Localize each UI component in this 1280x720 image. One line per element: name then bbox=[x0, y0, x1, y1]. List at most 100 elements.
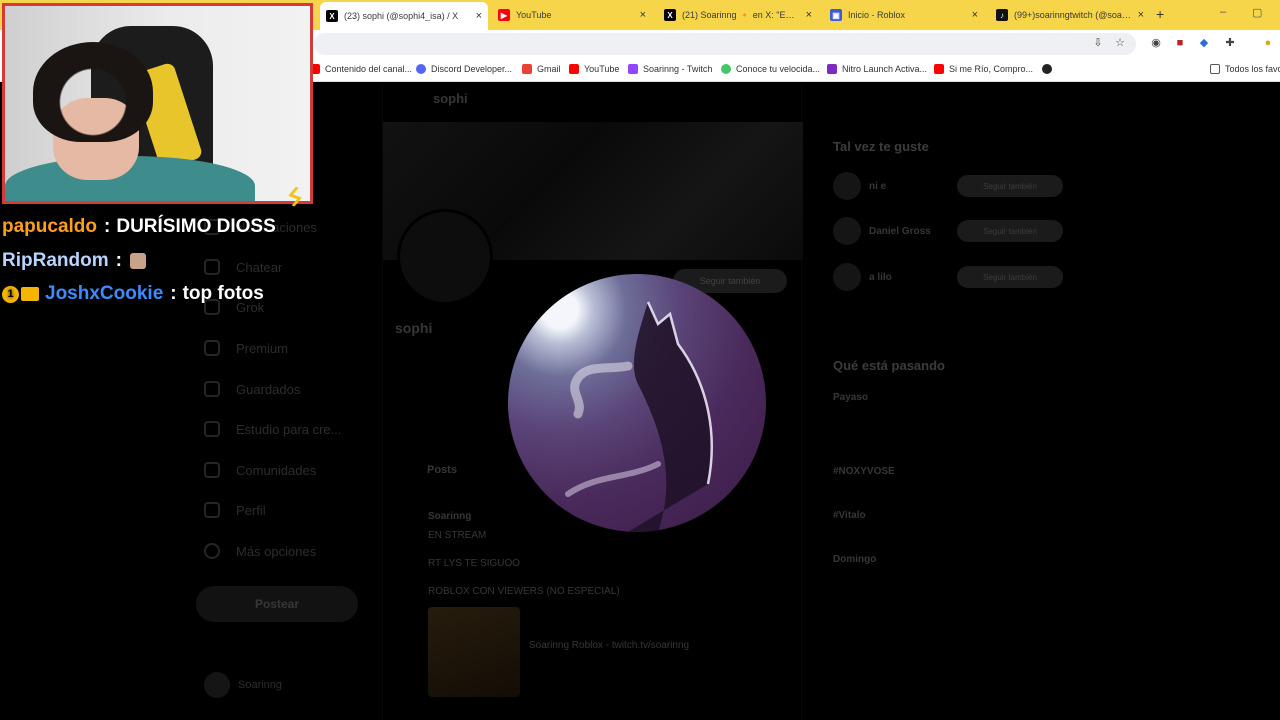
close-icon[interactable]: × bbox=[640, 9, 646, 21]
bookmark-item[interactable]: Nitro Launch Activa... bbox=[827, 64, 927, 74]
tab-soarinng-x[interactable]: X (21) Soarinng 🔸 en X: "EN STR × bbox=[658, 4, 818, 26]
bookmark-label: Discord Developer... bbox=[431, 64, 513, 74]
youtube-icon bbox=[934, 64, 944, 74]
bookmark-item[interactable]: Si me Río, Compro... bbox=[934, 64, 1033, 74]
chat-message: 1 JoshxCookie : top fotos bbox=[2, 283, 264, 305]
account-switcher[interactable]: Soarinng bbox=[204, 672, 282, 698]
people-icon bbox=[204, 462, 220, 478]
tab-roblox[interactable]: ▣ Inicio - Roblox × bbox=[824, 4, 984, 26]
tab-sophi-x[interactable]: X (23) sophi (@sophi4_isa) / X × bbox=[320, 2, 488, 30]
nav-label: Perfil bbox=[236, 502, 266, 518]
bookmark-icon bbox=[204, 381, 220, 397]
tab-title: YouTube bbox=[516, 10, 552, 20]
follow-button[interactable]: Seguir también bbox=[957, 175, 1063, 197]
gmail-icon bbox=[522, 64, 532, 74]
avatar bbox=[833, 217, 861, 245]
post-author[interactable]: Soarinng bbox=[428, 511, 471, 522]
tab-youtube[interactable]: ▶ YouTube × bbox=[492, 4, 652, 26]
bookmark-item[interactable]: YouTube bbox=[569, 64, 619, 74]
suggestion-name: a lilo bbox=[869, 271, 892, 283]
follow-button[interactable]: Seguir también bbox=[957, 220, 1063, 242]
close-icon[interactable]: × bbox=[972, 9, 978, 21]
tab-title: Inicio - Roblox bbox=[848, 10, 906, 20]
close-icon[interactable]: × bbox=[476, 10, 482, 22]
nav-label: Chatear bbox=[236, 259, 283, 275]
post-card-title[interactable]: Soarinng Roblox - twitch.tv/soarinng bbox=[529, 640, 689, 651]
profile-avatar-icon[interactable]: ● bbox=[1262, 37, 1274, 49]
profile-header-name: sophi bbox=[433, 91, 468, 106]
bookmark-item[interactable]: Conoce tu velocida... bbox=[721, 64, 820, 74]
chat-separator: : bbox=[170, 283, 177, 304]
tab-tiktok[interactable]: ♪ (99+)soarinngtwitch (@soarinng × bbox=[990, 4, 1150, 26]
chat-username: papucaldo bbox=[2, 216, 98, 237]
nav-bookmarks[interactable]: Guardados bbox=[204, 381, 300, 397]
screen: X (23) sophi (@sophi4_isa) / X × ▶ YouTu… bbox=[0, 0, 1280, 720]
trend-item[interactable]: #NOXYVOSE bbox=[833, 466, 895, 477]
person-icon bbox=[204, 502, 220, 518]
install-icon[interactable]: ⇩ bbox=[1092, 37, 1104, 49]
suggestion-item[interactable]: Daniel Gross Seguir también bbox=[833, 213, 1063, 249]
suggestion-item[interactable]: ni e Seguir también bbox=[833, 168, 1063, 204]
bookmark-label: Contenido del canal... bbox=[325, 64, 413, 74]
nav-profile[interactable]: Perfil bbox=[204, 502, 266, 518]
post-button[interactable]: Postear bbox=[196, 586, 358, 622]
trend-item[interactable]: #Vitalo bbox=[833, 510, 866, 521]
bookmark-item[interactable]: Gmail bbox=[522, 64, 561, 74]
all-bookmarks[interactable]: Todos los favo bbox=[1210, 64, 1280, 74]
profile-name: sophi bbox=[395, 320, 433, 336]
address-bar[interactable] bbox=[314, 33, 1136, 55]
youtube-icon: ▶ bbox=[498, 9, 510, 21]
chat-username: JoshxCookie bbox=[45, 283, 164, 304]
lightning-icon bbox=[204, 421, 220, 437]
tab-posts[interactable]: Posts bbox=[427, 464, 457, 476]
nav-label: Comunidades bbox=[236, 462, 317, 478]
close-icon[interactable]: × bbox=[1138, 9, 1144, 21]
nav-premium[interactable]: Premium bbox=[204, 340, 288, 356]
folder-icon bbox=[1210, 64, 1220, 74]
discord-icon bbox=[416, 64, 426, 74]
chat-emote-icon bbox=[129, 253, 146, 269]
nav-creator-studio[interactable]: Estudio para cre... bbox=[204, 421, 342, 437]
suggestions-title: Tal vez te guste bbox=[833, 139, 929, 154]
account-name: Soarinng bbox=[238, 679, 283, 691]
mail-icon bbox=[204, 259, 220, 275]
bookmark-label: Si me Río, Compro... bbox=[949, 64, 1034, 74]
star-icon[interactable]: ☆ bbox=[1114, 37, 1126, 49]
suggestion-item[interactable]: a lilo Seguir también bbox=[833, 259, 1063, 295]
nav-label: Estudio para cre... bbox=[236, 421, 342, 437]
extension-icon[interactable]: ◆ bbox=[1198, 37, 1210, 49]
suggestion-name: Daniel Gross bbox=[869, 225, 931, 237]
nav-chat[interactable]: Chatear bbox=[204, 259, 282, 275]
follow-button[interactable]: Seguir también bbox=[957, 266, 1063, 288]
bookmark-item[interactable] bbox=[1042, 64, 1057, 74]
nav-communities[interactable]: Comunidades bbox=[204, 462, 316, 478]
tab-title: (23) sophi (@sophi4_isa) / X bbox=[344, 11, 459, 21]
nav-more[interactable]: Más opciones bbox=[204, 543, 316, 559]
extension-icon[interactable]: ◉ bbox=[1150, 37, 1162, 49]
profile-avatar[interactable] bbox=[397, 209, 493, 305]
bookmark-label: Nitro Launch Activa... bbox=[842, 64, 928, 74]
post-card-thumbnail[interactable] bbox=[428, 607, 520, 697]
nitro-icon bbox=[827, 64, 837, 74]
bookmark-item[interactable]: Soarinng - Twitch bbox=[628, 64, 712, 74]
chat-message: RipRandom : bbox=[2, 250, 146, 272]
avatar bbox=[204, 672, 230, 698]
puzzle-icon[interactable]: ✚ bbox=[1224, 37, 1236, 49]
close-icon[interactable]: × bbox=[806, 9, 812, 21]
bookmark-item[interactable]: Discord Developer... bbox=[416, 64, 512, 74]
bookmark-item[interactable]: Contenido del canal... bbox=[310, 64, 412, 74]
maximize-icon[interactable]: ▢ bbox=[1252, 6, 1262, 19]
speedtest-icon bbox=[721, 64, 731, 74]
trend-item[interactable]: Domingo bbox=[833, 554, 876, 565]
chat-message: papucaldo : DURÍSIMO DIOSS bbox=[2, 216, 276, 238]
new-tab-button[interactable]: + bbox=[1156, 6, 1164, 22]
minimize-icon[interactable]: – bbox=[1220, 6, 1226, 18]
profile-photo-enlarged[interactable] bbox=[508, 274, 766, 532]
twitch-icon bbox=[628, 64, 638, 74]
trend-item[interactable]: Payaso bbox=[833, 392, 868, 403]
chat-username: RipRandom bbox=[2, 250, 109, 271]
webcam-overlay bbox=[2, 3, 313, 204]
extension-icon[interactable]: ■ bbox=[1174, 37, 1186, 49]
all-bookmarks-label: Todos los favo bbox=[1225, 64, 1280, 74]
trends-title: Qué está pasando bbox=[833, 358, 945, 373]
